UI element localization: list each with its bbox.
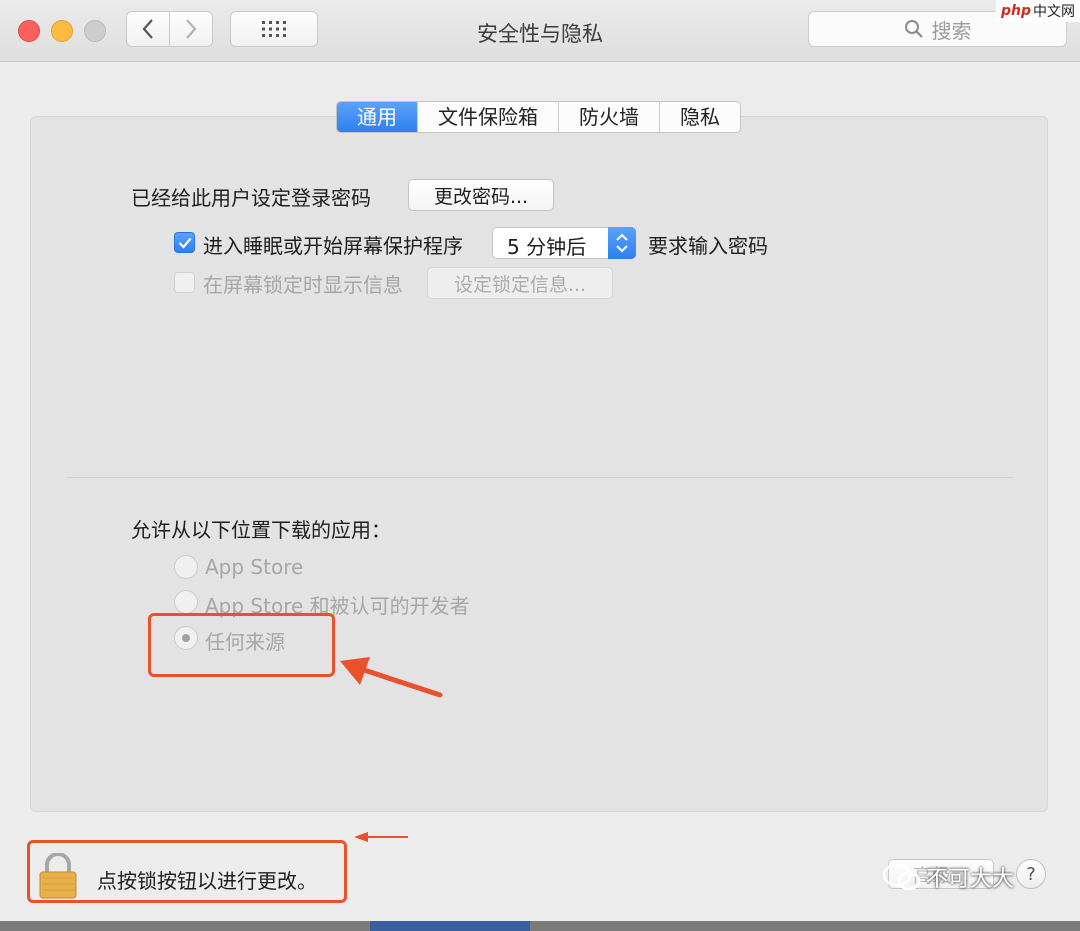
downloads-heading: 允许从以下位置下载的应用： [131,518,391,542]
wechat-watermark-text: 不可大大 [926,867,1015,892]
wechat-watermark: 不可大大 [882,861,1014,893]
require-password-label: 进入睡眠或开始屏幕保护程序 [203,234,463,258]
wechat-icon [882,863,921,891]
title-bar: 安全性与隐私 搜索 [0,0,1080,62]
annotation-arrow-small-icon [354,832,408,842]
annotation-arrow-icon [340,657,443,698]
site-watermark: php 中文网 [996,0,1080,22]
tab-general[interactable]: 通用 [337,102,417,132]
require-password-suffix: 要求输入密码 [648,234,768,258]
tab-bar: 通用 文件保险箱 防火墙 隐私 [336,101,741,133]
password-delay-select[interactable]: 5 分钟后 [492,227,636,259]
checkmark-icon [178,237,191,249]
tab-firewall[interactable]: 防火墙 [558,102,659,132]
chevron-updown-icon [616,233,628,253]
lock-message-checkbox[interactable] [174,272,195,293]
annotation-highlight-anywhere [148,613,335,677]
background-window-strip [0,921,1080,931]
watermark-php: php [1000,3,1031,19]
search-placeholder: 搜索 [931,18,972,43]
annotation-highlight-lock [27,840,347,903]
general-panel [30,116,1048,812]
select-stepper [608,227,636,259]
password-delay-value: 5 分钟后 [507,235,587,259]
change-password-button[interactable]: 更改密码... [408,179,554,211]
lock-message-label: 在屏幕锁定时显示信息 [203,273,403,297]
search-icon [904,20,923,38]
require-password-checkbox[interactable] [174,232,195,253]
section-divider [67,477,1013,478]
radio-app-store[interactable] [174,555,198,579]
radio-identified-developers[interactable] [174,590,198,614]
tab-privacy[interactable]: 隐私 [659,102,740,132]
help-button[interactable]: ? [1016,859,1046,889]
set-lock-message-button[interactable]: 设定锁定信息... [427,267,613,299]
radio-app-store-label: App Store [205,555,304,579]
watermark-cn: 中文网 [1033,4,1075,20]
password-set-label: 已经给此用户设定登录密码 [131,186,371,210]
tab-filevault[interactable]: 文件保险箱 [417,102,558,132]
